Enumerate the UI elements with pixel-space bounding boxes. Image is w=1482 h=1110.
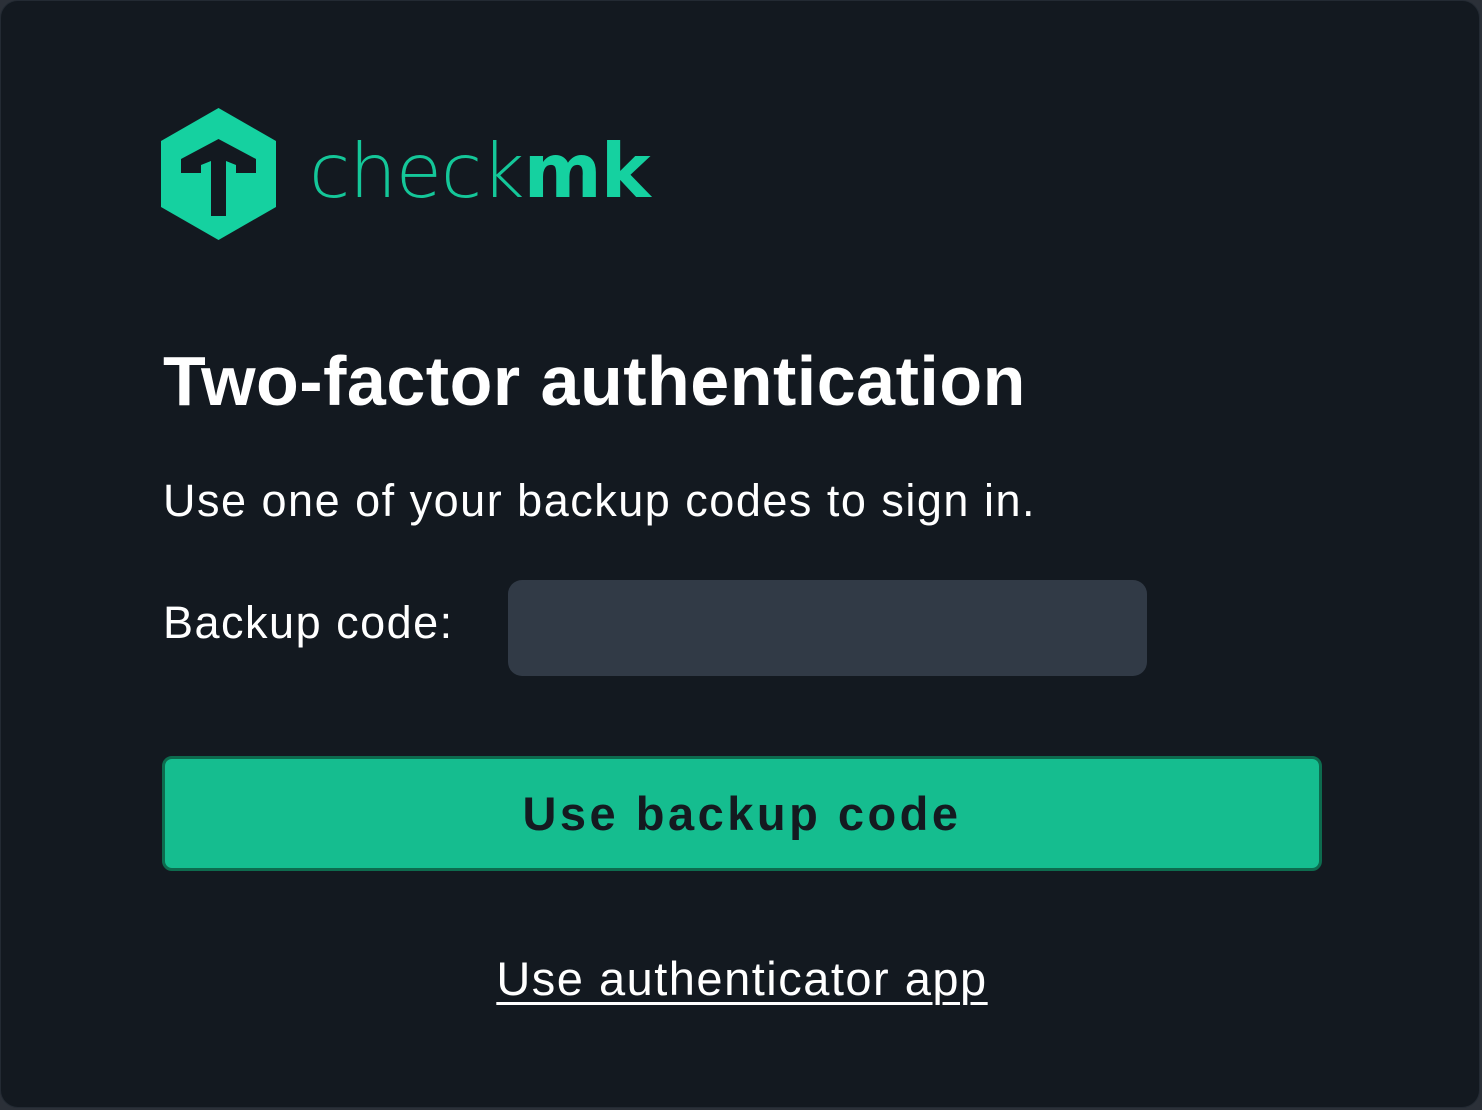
brand-name: checkmk [309,126,651,215]
alternate-method-container: Use authenticator app [1,949,1482,1009]
page-title: Two-factor authentication [163,342,1026,420]
brand-logo: checkmk [161,107,651,241]
page-subtitle: Use one of your backup codes to sign in. [163,475,1036,526]
login-card: checkmk Two-factor authentication Use on… [0,0,1480,1108]
checkmk-logo-icon [161,108,276,240]
backup-code-input[interactable] [508,580,1147,676]
backup-code-label: Backup code: [163,597,454,648]
use-authenticator-app-link[interactable]: Use authenticator app [496,952,987,1005]
use-backup-code-button[interactable]: Use backup code [162,756,1322,871]
